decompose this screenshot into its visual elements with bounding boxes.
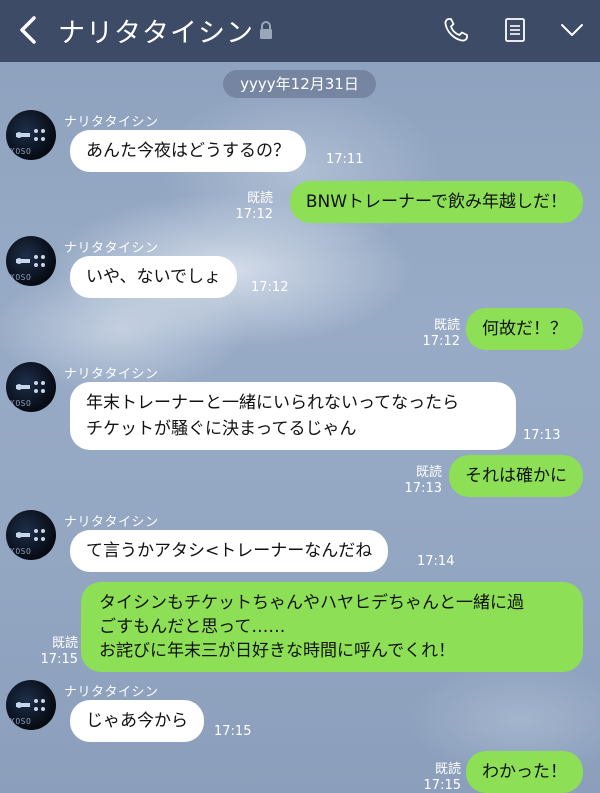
message-meta: 既読 17:12 (236, 191, 273, 223)
read-receipt: 既読 (246, 191, 273, 206)
avatar-text: KOSO (10, 147, 32, 156)
message-time: 17:15 (214, 724, 252, 739)
back-arrow-icon[interactable] (12, 12, 48, 48)
message-meta: 既読 17:13 (405, 465, 442, 497)
read-receipt: 既読 (51, 636, 78, 651)
message-bubble[interactable]: タイシンもチケットちゃんやハヤヒデちゃんと一緒に過 ごすもんだと思って…… お詫… (81, 582, 583, 672)
message-time: 17:12 (235, 207, 273, 222)
message-bubble[interactable]: 年末トレーナーと一緒にいられないってなったら チケットが騒ぐに決まってるじゃん (70, 382, 516, 450)
message-meta: 既読 17:15 (424, 762, 461, 793)
phone-icon[interactable] (440, 14, 472, 46)
message-bubble[interactable]: わかった！ (466, 751, 583, 793)
message-time: 17:13 (404, 481, 442, 496)
message-time: 17:15 (40, 652, 78, 667)
sender-name: ナリタタイシン (64, 115, 159, 130)
sender-name: ナリタタイシン (64, 367, 159, 382)
avatar[interactable]: KOSO (6, 362, 56, 412)
chat-header: ナリタタイシン (0, 0, 600, 62)
avatar-text: KOSO (10, 273, 32, 282)
read-receipt: 既読 (415, 465, 442, 480)
message-bubble[interactable]: じゃあ今から (70, 700, 204, 742)
chevron-down-icon[interactable] (556, 14, 588, 46)
message-time: 17:11 (326, 152, 364, 167)
message-time: 17:13 (523, 428, 561, 443)
message-bubble[interactable]: 何故だ！？ (466, 308, 583, 350)
message-meta: 既読 17:15 (41, 636, 78, 668)
message-time: 17:12 (251, 280, 289, 295)
message-bubble[interactable]: いや、ないでしょ (70, 256, 237, 298)
message-bubble[interactable]: それは確かに (449, 455, 583, 497)
message-meta: 既読 17:12 (423, 318, 460, 350)
contact-name[interactable]: ナリタタイシン (58, 11, 254, 50)
date-separator: yyyy年12月31日 (223, 70, 376, 98)
avatar[interactable]: KOSO (6, 510, 56, 560)
message-time: 17:15 (423, 778, 461, 793)
avatar[interactable]: KOSO (6, 680, 56, 730)
read-receipt: 既読 (434, 762, 461, 777)
read-receipt: 既読 (433, 318, 460, 333)
avatar[interactable]: KOSO (6, 110, 56, 160)
message-bubble[interactable]: あんた今夜はどうするの？ (70, 130, 306, 172)
sender-name: ナリタタイシン (64, 241, 159, 256)
lock-icon (258, 20, 274, 40)
message-bubble[interactable]: て言うかアタシ<トレーナーなんだね (70, 530, 389, 572)
notes-icon[interactable] (499, 14, 531, 46)
sender-name: ナリタタイシン (64, 685, 159, 700)
avatar[interactable]: KOSO (6, 236, 56, 286)
avatar-text: KOSO (10, 547, 32, 556)
message-time: 17:14 (417, 554, 455, 569)
sender-name: ナリタタイシン (64, 515, 159, 530)
message-time: 17:12 (422, 334, 460, 349)
avatar-text: KOSO (10, 399, 32, 408)
avatar-text: KOSO (10, 717, 32, 726)
message-bubble[interactable]: BNWトレーナーで飲み年越しだ！ (289, 181, 583, 223)
